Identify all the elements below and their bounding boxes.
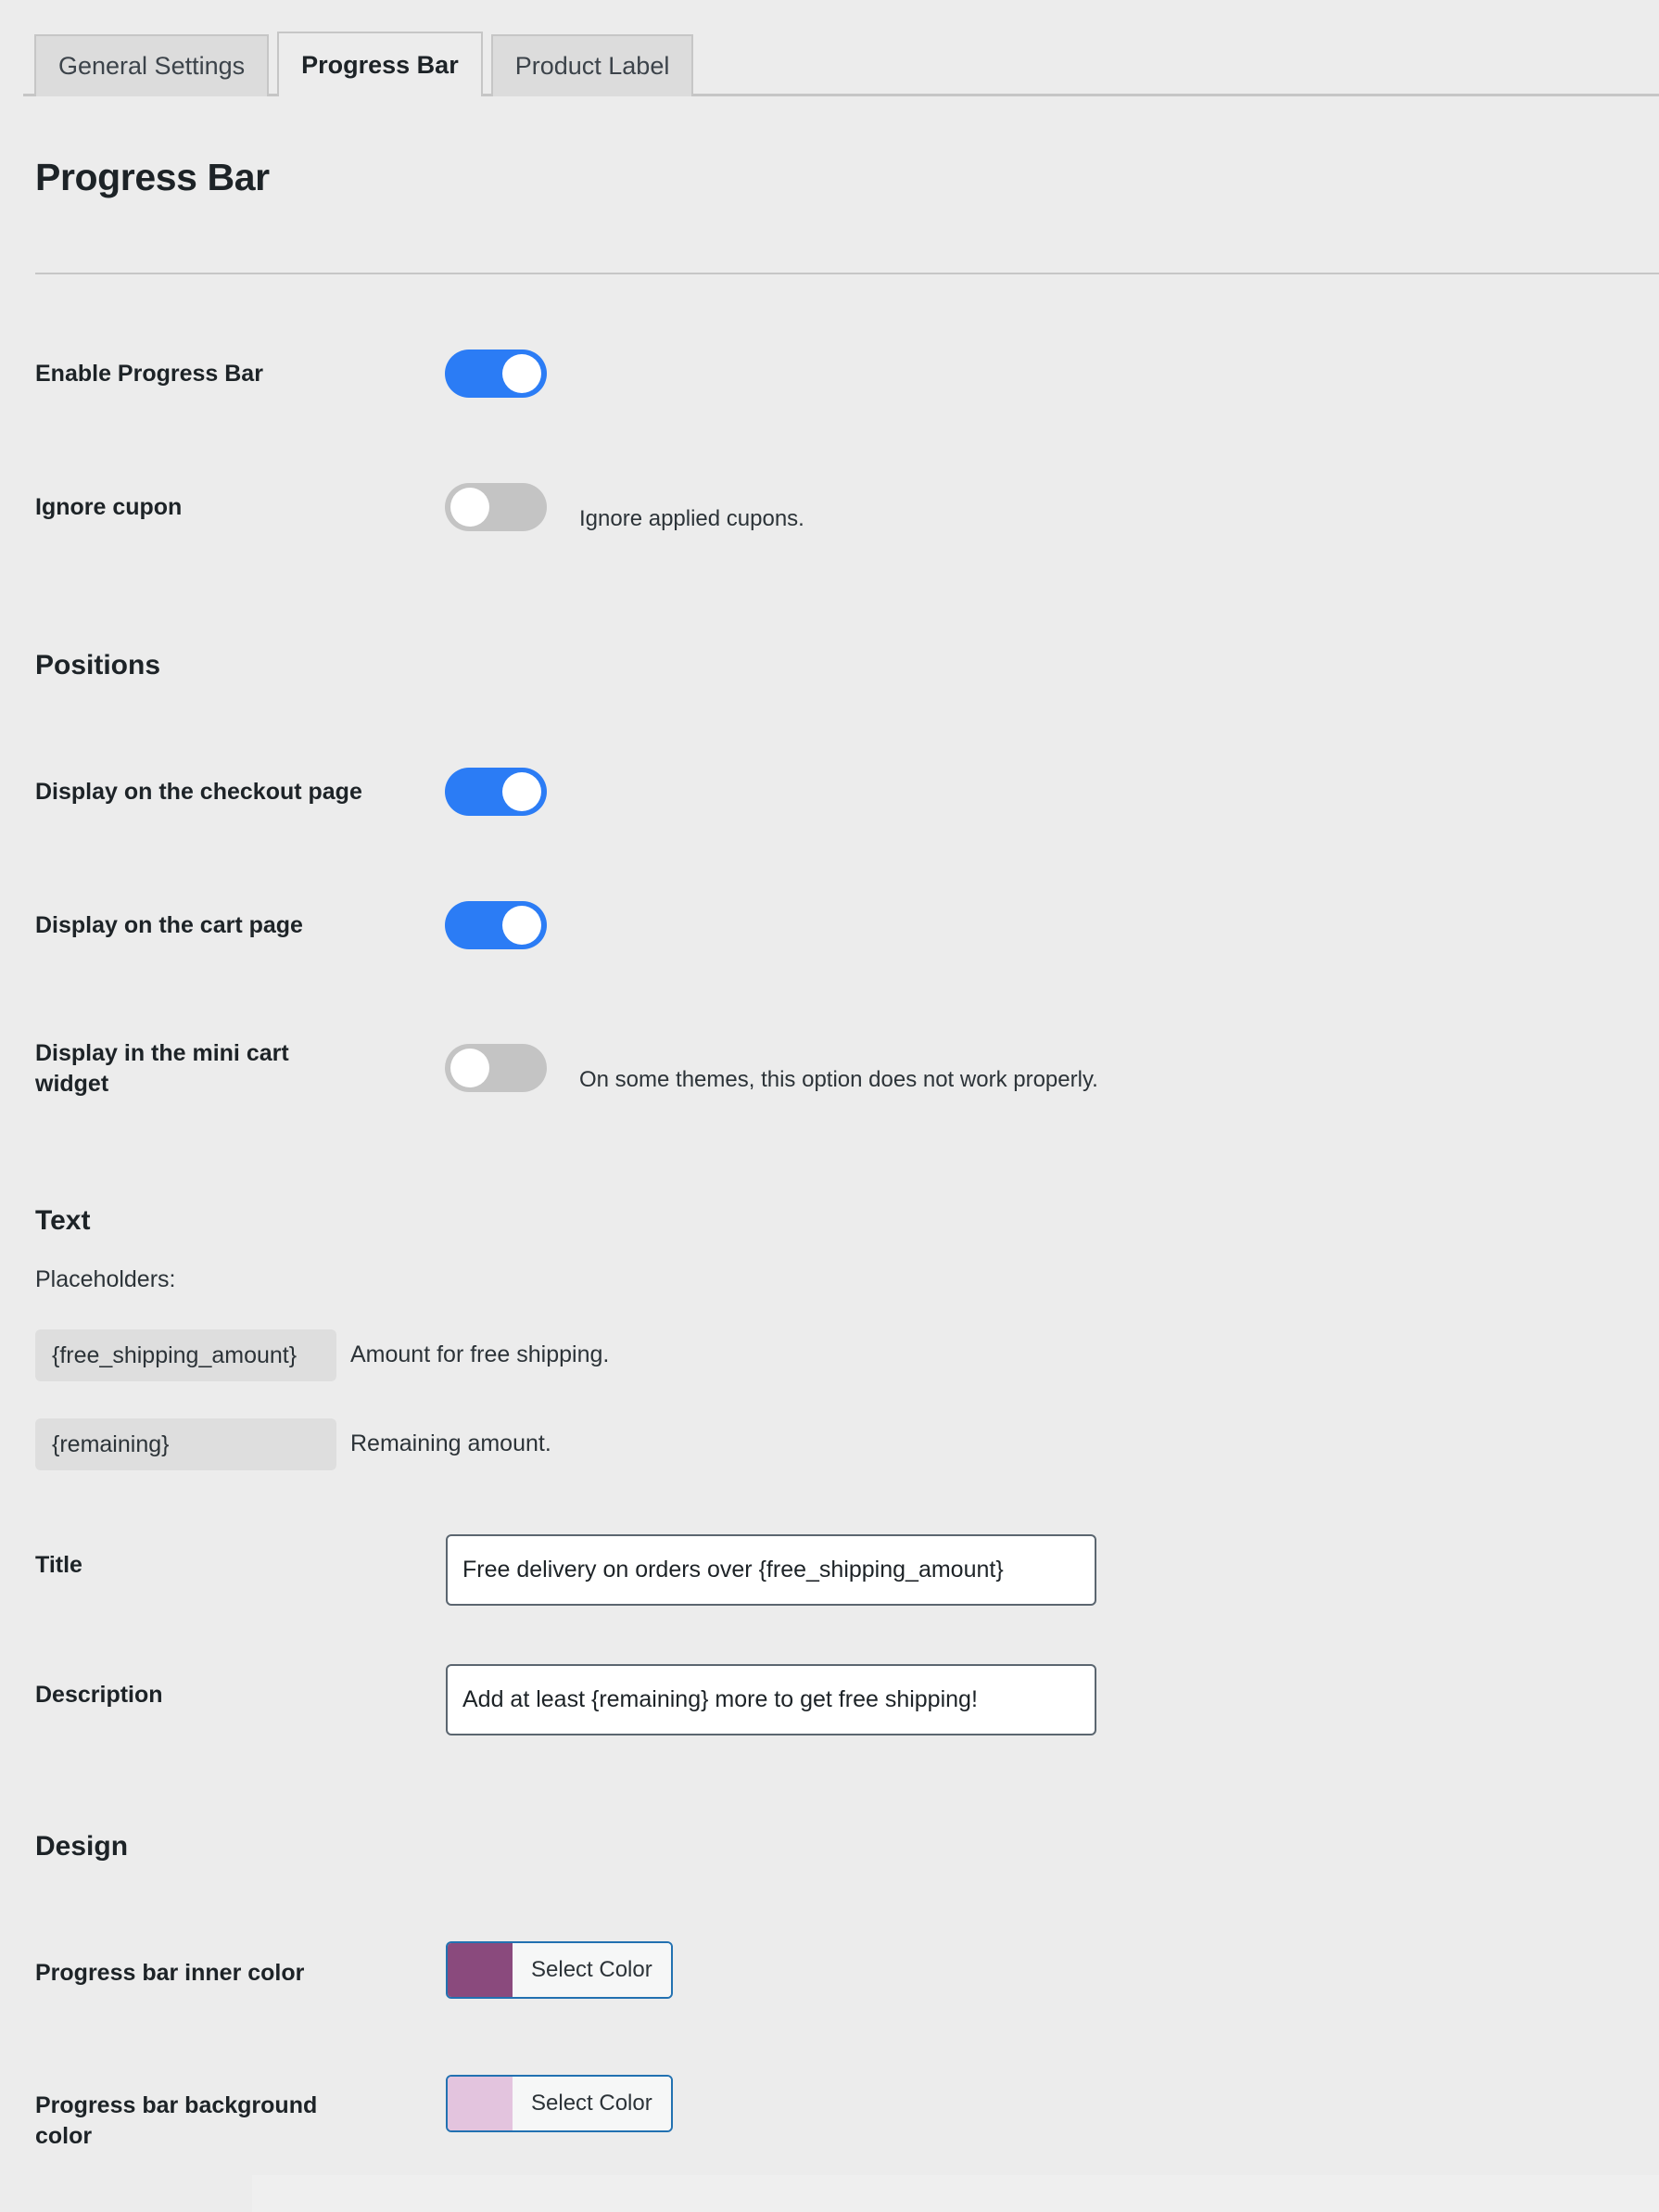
display-mini-cart-widget-label: Display in the mini cart widget xyxy=(35,1040,289,1097)
enable-progress-bar-toggle[interactable] xyxy=(445,350,547,398)
toggle-knob xyxy=(450,1049,489,1087)
background-color-swatch[interactable] xyxy=(448,2077,513,2130)
ignore-cupon-label: Ignore cupon xyxy=(35,494,183,520)
title-input[interactable] xyxy=(446,1534,1096,1606)
display-mini-cart-widget-toggle[interactable] xyxy=(445,1044,547,1092)
inner-color-label: Progress bar inner color xyxy=(35,1960,305,1986)
ignore-cupon-help-text: Ignore applied cupons. xyxy=(579,506,804,531)
inner-color-swatch[interactable] xyxy=(448,1943,513,1997)
bottom-panel-edge xyxy=(252,2175,1659,2212)
toggle-knob xyxy=(450,488,489,527)
tab-progress-bar[interactable]: Progress Bar xyxy=(277,32,483,99)
placeholder-chip-free-shipping-amount: {free_shipping_amount} xyxy=(35,1329,336,1381)
inner-color-picker[interactable]: Select Color xyxy=(446,1941,673,1999)
description-input[interactable] xyxy=(446,1664,1096,1735)
description-field-label: Description xyxy=(35,1682,163,1708)
display-mini-cart-widget-help-text: On some themes, this option does not wor… xyxy=(579,1067,1098,1092)
toggle-knob xyxy=(502,906,541,945)
enable-progress-bar-label: Enable Progress Bar xyxy=(35,361,263,387)
design-heading: Design xyxy=(35,1831,129,1862)
title-divider xyxy=(35,273,1659,274)
page-title: Progress Bar xyxy=(35,156,270,198)
settings-page: General Settings Progress Bar Product La… xyxy=(0,0,1659,2212)
text-heading: Text xyxy=(35,1205,91,1236)
display-cart-page-toggle[interactable] xyxy=(445,901,547,949)
toggle-knob xyxy=(502,354,541,393)
background-color-select-button[interactable]: Select Color xyxy=(513,2077,671,2130)
tab-bar: General Settings Progress Bar Product La… xyxy=(0,0,1659,99)
placeholder-chip-remaining: {remaining} xyxy=(35,1418,336,1470)
display-checkout-page-toggle[interactable] xyxy=(445,768,547,816)
positions-heading: Positions xyxy=(35,650,161,680)
display-cart-page-label: Display on the cart page xyxy=(35,912,303,938)
tab-product-label-label: Product Label xyxy=(514,52,670,80)
display-checkout-page-label: Display on the checkout page xyxy=(35,779,362,805)
inner-color-select-button[interactable]: Select Color xyxy=(513,1943,671,1997)
tab-product-label[interactable]: Product Label xyxy=(490,34,694,96)
background-color-picker[interactable]: Select Color xyxy=(446,2075,673,2132)
placeholders-label: Placeholders: xyxy=(35,1266,176,1292)
placeholder-desc-free-shipping-amount: Amount for free shipping. xyxy=(350,1341,610,1367)
placeholder-desc-remaining: Remaining amount. xyxy=(350,1430,551,1456)
ignore-cupon-toggle[interactable] xyxy=(445,483,547,531)
title-field-label: Title xyxy=(35,1552,82,1578)
tab-list: General Settings Progress Bar Product La… xyxy=(34,32,702,99)
tab-general-settings[interactable]: General Settings xyxy=(34,34,270,96)
tab-general-settings-label: General Settings xyxy=(58,52,246,80)
background-color-label: Progress bar background color xyxy=(35,2092,318,2149)
tab-progress-bar-label: Progress Bar xyxy=(301,50,459,79)
toggle-knob xyxy=(502,772,541,811)
